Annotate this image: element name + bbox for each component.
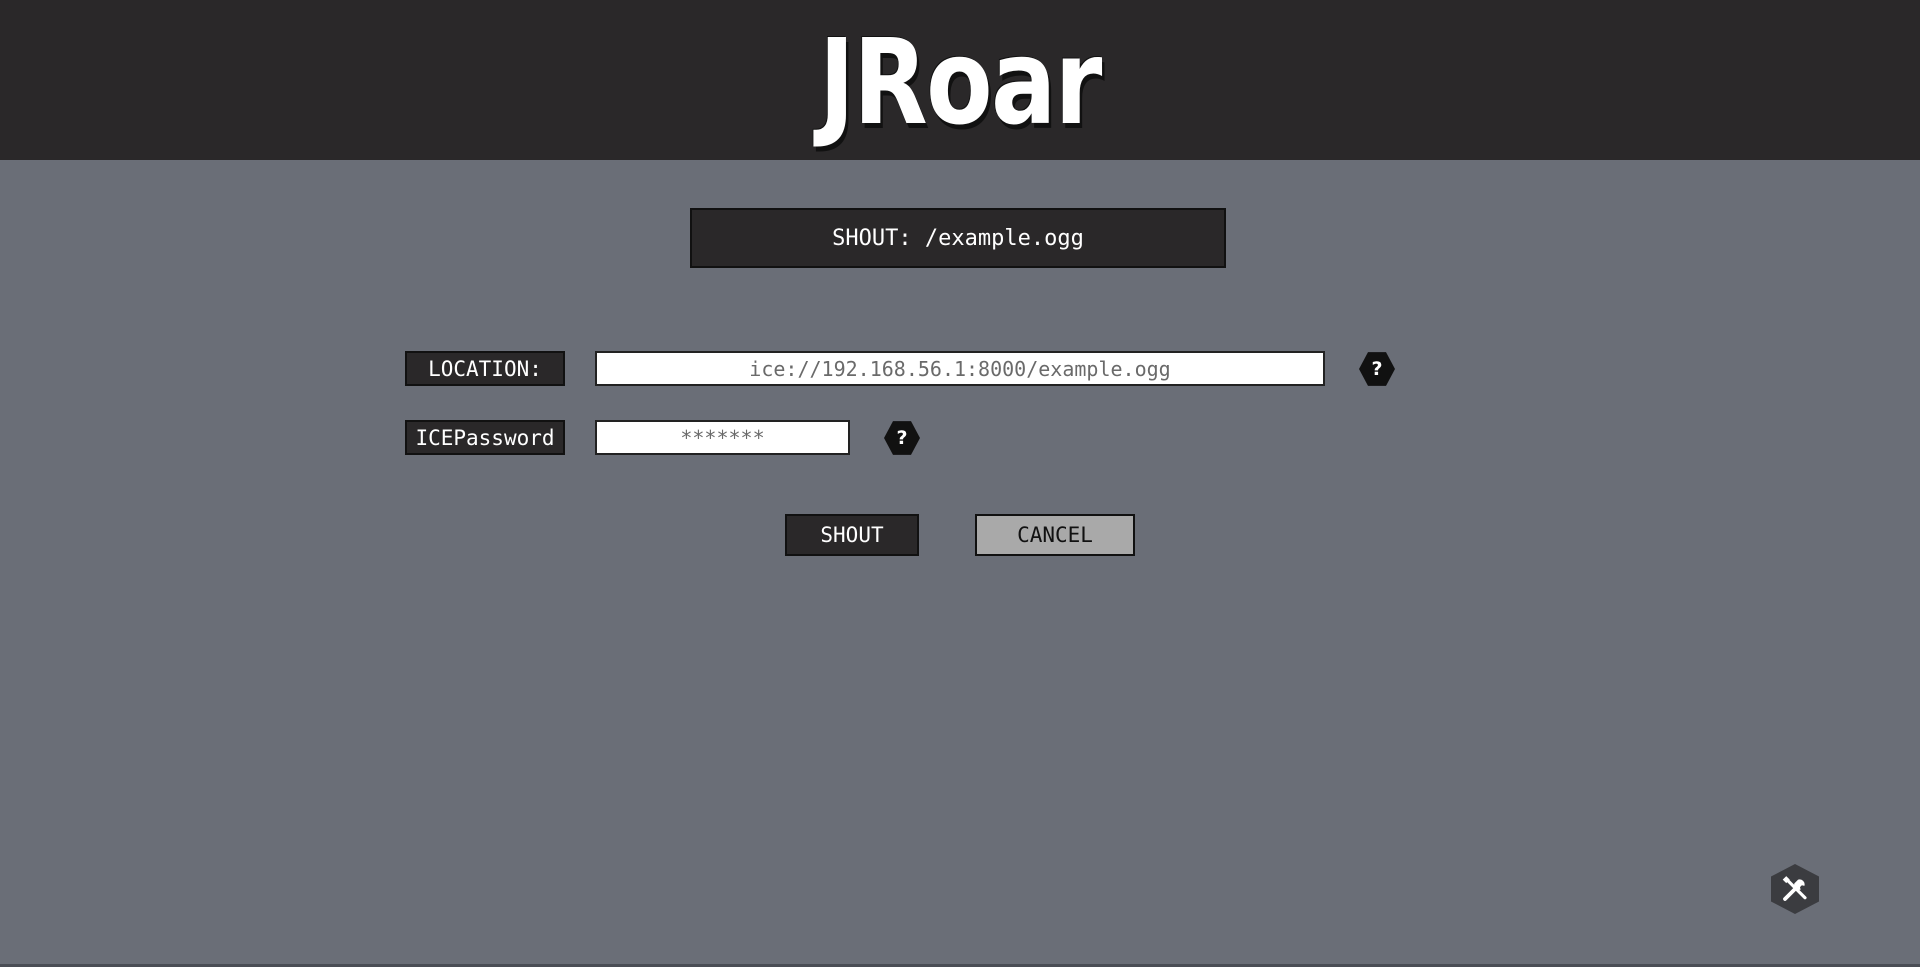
app-header: JRoar	[0, 0, 1920, 160]
shout-button[interactable]: SHOUT	[785, 514, 919, 556]
ice-password-label: ICEPassword	[405, 420, 565, 455]
location-label: LOCATION:	[405, 351, 565, 386]
app-logo: JRoar	[819, 13, 1102, 151]
location-input[interactable]	[595, 351, 1325, 386]
tools-icon[interactable]	[1771, 864, 1819, 914]
location-help-icon[interactable]: ?	[1359, 352, 1395, 386]
ice-password-input[interactable]	[595, 420, 850, 455]
page-title: SHOUT: /example.ogg	[690, 208, 1226, 268]
wrench-screwdriver-icon	[1782, 876, 1807, 901]
cancel-button[interactable]: CANCEL	[975, 514, 1135, 556]
password-help-icon[interactable]: ?	[884, 421, 920, 455]
